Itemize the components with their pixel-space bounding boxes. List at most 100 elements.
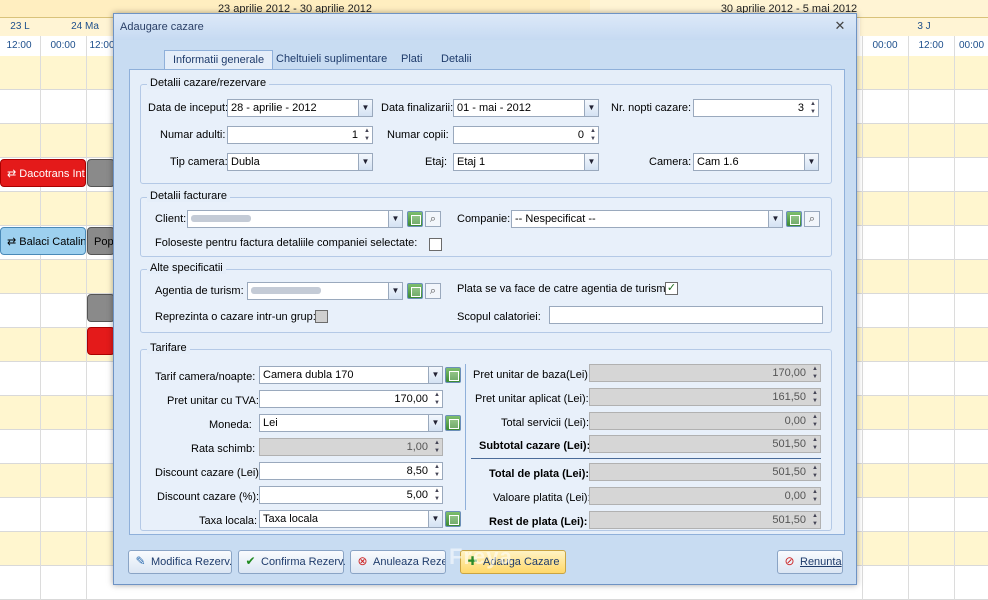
rate-select[interactable]: Camera dubla 170 ▼ — [259, 366, 443, 384]
discount-lei-input[interactable]: 8,50 ▲ ▼ — [259, 462, 443, 480]
booking-bar[interactable] — [87, 294, 115, 322]
add-company-icon[interactable] — [786, 211, 802, 227]
divider — [471, 458, 821, 459]
confirm-reservation-button[interactable]: ✔ Confirma Rezerv. — [238, 550, 346, 574]
close-icon[interactable]: ✕ — [834, 19, 846, 32]
company-select[interactable]: -- Nespecificat -- ▼ — [511, 210, 783, 228]
label-pret-tva: Pret unitar cu TVA: — [167, 395, 259, 407]
label-data-final: Data finalizarii: — [381, 102, 454, 114]
add-tax-icon[interactable] — [445, 511, 461, 527]
divider — [465, 364, 466, 510]
modify-reservation-button[interactable]: ✎ Modifica Rezerv. — [128, 550, 232, 574]
label-taxa: Taxa locala: — [199, 515, 258, 527]
section-title: Alte specificatii — [147, 262, 226, 274]
unit-price-vat-input[interactable]: 170,00 ▲ ▼ — [259, 390, 443, 408]
label-valoare-platita: Valoare platita (Lei): — [493, 492, 591, 504]
label-adulti: Numar adulti: — [160, 129, 226, 141]
agency-payment-checkbox[interactable]: ✓ — [665, 282, 678, 295]
group-booking-checkbox[interactable] — [315, 310, 328, 323]
booking-bar[interactable]: Pop — [87, 227, 115, 255]
chevron-down-icon[interactable]: ▼ — [804, 154, 818, 170]
search-icon[interactable]: ⌕ — [425, 283, 441, 299]
spin-icon: ▲ ▼ — [812, 414, 818, 428]
add-rate-icon[interactable] — [445, 367, 461, 383]
spin-icon[interactable]: ▲ ▼ — [432, 487, 442, 503]
chevron-down-icon[interactable]: ▼ — [584, 154, 598, 170]
spin-icon[interactable]: ▲ ▼ — [808, 100, 818, 116]
total-payment-field: 501,50 ▲ ▼ — [589, 463, 821, 481]
adults-stepper[interactable]: 1 ▲ ▼ — [227, 126, 373, 144]
spin-icon[interactable]: ▲ ▼ — [588, 127, 598, 143]
spin-icon[interactable]: ▲ ▼ — [362, 127, 372, 143]
use-company-details-checkbox[interactable] — [429, 238, 442, 251]
add-currency-icon[interactable] — [445, 415, 461, 431]
label-pret-baza: Pret unitar de baza(Lei): — [473, 369, 592, 381]
label-companie: Companie: — [457, 213, 511, 225]
label-camera: Camera: — [649, 156, 692, 168]
booking-bar[interactable] — [87, 159, 115, 187]
children-stepper[interactable]: 0 ▲ ▼ — [453, 126, 599, 144]
chevron-down-icon[interactable]: ▼ — [358, 100, 372, 116]
exchange-rate-input: 1,00 ▲ ▼ — [259, 438, 443, 456]
tab-informatii-generale[interactable]: Informatii generale — [164, 50, 274, 70]
tab-detalii[interactable]: Detalii — [433, 50, 480, 68]
booking-bar[interactable] — [87, 327, 115, 355]
chevron-down-icon[interactable]: ▼ — [388, 283, 402, 299]
chevron-down-icon[interactable]: ▼ — [768, 211, 782, 227]
booking-bar[interactable]: ⇄ Dacotrans Inte — [0, 159, 86, 187]
local-tax-select[interactable]: Taxa locala ▼ — [259, 510, 443, 528]
label-grup: Reprezinta o cazare intr-un grup: — [155, 311, 316, 323]
search-icon[interactable]: ⌕ — [425, 211, 441, 227]
room-type-select[interactable]: Dubla ▼ — [227, 153, 373, 171]
label-tarif: Tarif camera/noapte: — [155, 371, 256, 383]
services-total-field: 0,00 ▲ ▼ — [589, 412, 821, 430]
time-header: 00:00 — [955, 36, 988, 56]
paid-amount-field: 0,00 ▲ ▼ — [589, 487, 821, 505]
tab-cheltuieli-suplimentare[interactable]: Cheltuieli suplimentare — [268, 50, 395, 68]
start-date-picker[interactable]: 28 - aprilie - 2012 ▼ — [227, 99, 373, 117]
abandon-button[interactable]: ⊘ Renunta — [777, 550, 843, 574]
add-agency-icon[interactable] — [407, 283, 423, 299]
chevron-down-icon[interactable]: ▼ — [388, 211, 402, 227]
agency-select[interactable]: ▼ — [247, 282, 403, 300]
blurred-text — [251, 287, 321, 294]
spin-icon[interactable]: ▲ ▼ — [432, 463, 442, 479]
chevron-down-icon[interactable]: ▼ — [428, 367, 442, 383]
end-date-picker[interactable]: 01 - mai - 2012 ▼ — [453, 99, 599, 117]
label-total-plata: Total de plata (Lei): — [489, 468, 590, 480]
day-header: 3 J — [860, 18, 988, 36]
day-header: 23 L — [0, 18, 40, 36]
dialog-titlebar[interactable]: Adaugare cazare ✕ — [114, 14, 856, 40]
room-select[interactable]: Cam 1.6 ▼ — [693, 153, 819, 171]
add-booking-dialog: Adaugare cazare ✕ Informatii generale Ch… — [113, 13, 857, 585]
chevron-down-icon[interactable]: ▼ — [428, 511, 442, 527]
spin-icon: ▲ ▼ — [812, 437, 818, 451]
base-price-field: 170,00 ▲ ▼ — [589, 364, 821, 382]
currency-select[interactable]: Lei ▼ — [259, 414, 443, 432]
cancel-reservation-button[interactable]: ⊗Anuleaza Rezerv. — [350, 550, 446, 574]
nights-stepper[interactable]: 3 ▲ ▼ — [693, 99, 819, 117]
edit-icon: ✎ — [135, 554, 146, 568]
label-nopti: Nr. nopti cazare: — [611, 102, 692, 114]
chevron-down-icon[interactable]: ▼ — [358, 154, 372, 170]
booking-bar[interactable]: ⇄ Balaci Catalin — [0, 227, 86, 255]
spin-icon[interactable]: ▲ ▼ — [432, 391, 442, 407]
discount-percent-input[interactable]: 5,00 ▲ ▼ — [259, 486, 443, 504]
spin-icon: ▲ ▼ — [434, 440, 440, 454]
spin-icon: ▲ ▼ — [812, 513, 818, 527]
chevron-down-icon[interactable]: ▼ — [584, 100, 598, 116]
floor-select[interactable]: Etaj 1 ▼ — [453, 153, 599, 171]
label-etaj: Etaj: — [425, 156, 448, 168]
tab-plati[interactable]: Plati — [393, 50, 430, 68]
trip-purpose-input[interactable] — [549, 306, 823, 324]
label-subtotal: Subtotal cazare (Lei): — [479, 440, 591, 452]
section-title: Detalii cazare/rezervare — [147, 77, 270, 89]
label-rata: Rata schimb: — [191, 443, 256, 455]
client-select[interactable]: ▼ — [187, 210, 403, 228]
label-scopul: Scopul calatoriei: — [457, 311, 541, 323]
no-entry-icon: ⊘ — [784, 554, 795, 568]
search-icon[interactable]: ⌕ — [804, 211, 820, 227]
chevron-down-icon[interactable]: ▼ — [428, 415, 442, 431]
add-client-icon[interactable] — [407, 211, 423, 227]
section-title: Tarifare — [147, 342, 190, 354]
